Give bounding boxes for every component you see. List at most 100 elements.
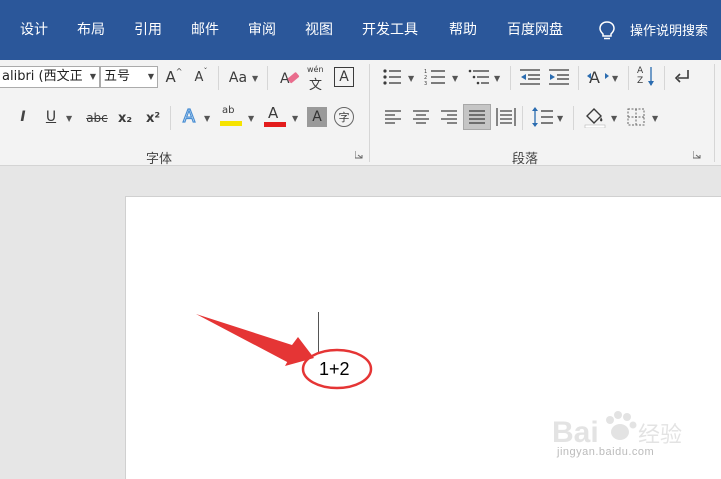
paragraph-dialog-launcher-icon[interactable] — [693, 151, 701, 159]
menu-help[interactable]: 帮助 — [449, 20, 477, 40]
superscript-button[interactable]: x² — [142, 108, 164, 128]
shading-paint-bucket-icon[interactable] — [583, 106, 607, 128]
line-spacing-icon[interactable] — [531, 107, 553, 127]
underline-icon: U — [45, 109, 57, 125]
strikethrough-icon: abc — [86, 111, 108, 125]
grow-font-button[interactable]: A ^ — [164, 67, 184, 87]
font-color-icon: A — [268, 104, 279, 122]
decrease-indent-icon[interactable] — [519, 68, 541, 86]
underline-button[interactable]: U — [42, 107, 60, 127]
distributed-align-icon[interactable] — [496, 108, 516, 126]
change-case-button[interactable]: Aa — [227, 68, 249, 88]
group-divider — [369, 64, 370, 162]
chevron-down-icon[interactable]: ▼ — [611, 114, 617, 123]
watermark-brand: Bai — [552, 416, 599, 449]
text-cursor — [318, 312, 319, 352]
chevron-down-icon[interactable]: ▼ — [252, 74, 258, 83]
chevron-down-icon[interactable]: ▼ — [652, 114, 658, 123]
chevron-down-icon[interactable]: ▼ — [452, 74, 458, 83]
italic-icon: I — [20, 109, 26, 125]
menu-references[interactable]: 引用 — [134, 20, 162, 40]
italic-button[interactable]: I — [16, 107, 30, 127]
highlight-icon: ab — [222, 105, 235, 116]
align-left-icon[interactable] — [385, 110, 401, 124]
text-effects-button[interactable]: A — [178, 106, 200, 128]
chevron-down-icon[interactable]: ▼ — [408, 74, 414, 83]
character-shading-icon: A — [312, 109, 322, 125]
shrink-font-icon: A — [194, 69, 204, 85]
menu-design[interactable]: 设计 — [20, 20, 48, 40]
menu-mailings[interactable]: 邮件 — [191, 20, 219, 40]
group-divider — [714, 64, 715, 162]
character-shading-button[interactable]: A — [307, 107, 327, 127]
lightbulb-icon[interactable] — [598, 20, 616, 42]
font-color-button[interactable]: A — [263, 104, 287, 129]
chevron-down-icon[interactable]: ▼ — [557, 114, 563, 123]
font-group-label: 字体 — [146, 152, 173, 167]
font-name-combo[interactable]: alibri (西文正 ▼ — [0, 66, 100, 88]
divider — [664, 66, 665, 90]
chevron-down-icon[interactable]: ▼ — [66, 114, 72, 123]
sort-arrow-icon — [648, 67, 654, 86]
bullets-icon[interactable] — [382, 68, 402, 86]
menu-review[interactable]: 审阅 — [248, 20, 276, 40]
divider — [578, 66, 579, 90]
text-effects-icon: A — [182, 106, 196, 127]
font-size-combo[interactable]: 五号 ▼ — [100, 66, 158, 88]
paragraph-group-label: 段落 — [512, 152, 539, 167]
phonetic-pinyin: wén — [307, 65, 324, 74]
strikethrough-button[interactable]: abc — [84, 108, 110, 128]
increase-indent-icon[interactable] — [548, 68, 570, 86]
borders-icon[interactable] — [627, 108, 645, 126]
clear-formatting-icon[interactable]: A — [279, 67, 301, 89]
phonetic-char: 文 — [309, 78, 323, 93]
document-text[interactable]: 1+2 — [319, 359, 350, 379]
multilevel-list-icon[interactable] — [468, 68, 490, 86]
subscript-button[interactable]: x₂ — [114, 108, 136, 128]
menu-view[interactable]: 视图 — [305, 20, 333, 40]
numbering-icon[interactable]: 1 2 3 — [424, 68, 446, 86]
chevron-down-icon[interactable]: ▼ — [292, 114, 298, 123]
show-formatting-marks-icon[interactable] — [674, 68, 692, 86]
character-border-icon: A — [339, 69, 349, 85]
menu-developer[interactable]: 开发工具 — [362, 20, 418, 40]
justify-button[interactable] — [463, 104, 491, 130]
font-dialog-launcher-icon[interactable] — [355, 151, 363, 159]
enclose-characters-icon: 字 — [338, 110, 350, 124]
font-size-value: 五号 — [104, 69, 131, 84]
justify-icon — [469, 110, 485, 124]
tell-me-search[interactable]: 操作说明搜索 — [630, 22, 708, 42]
font-name-value: alibri (西文正 — [2, 69, 83, 84]
asian-layout-icon[interactable]: A — [586, 66, 610, 88]
align-right-icon[interactable] — [441, 110, 457, 124]
superscript-icon: x² — [145, 110, 161, 126]
enclose-characters-button[interactable]: 字 — [334, 107, 354, 127]
divider — [218, 66, 219, 90]
paw-icon — [606, 411, 637, 440]
chevron-down-icon: ▼ — [147, 72, 154, 81]
watermark-url: jingyan.baidu.com — [557, 446, 655, 458]
chevron-down-icon[interactable]: ▼ — [612, 74, 618, 83]
chevron-down-icon[interactable]: ▼ — [248, 114, 254, 123]
sort-icon: A Z — [637, 66, 644, 86]
divider — [573, 106, 574, 130]
align-center-icon[interactable] — [413, 110, 429, 124]
chevron-down-icon: ▼ — [89, 72, 96, 81]
grow-font-icon: A — [165, 67, 176, 86]
phonetic-guide-button[interactable]: wén 文 — [307, 65, 327, 93]
divider — [522, 106, 523, 130]
sort-button[interactable]: A Z — [637, 65, 655, 89]
chevron-down-icon[interactable]: ▼ — [204, 114, 210, 123]
menu-layout[interactable]: 布局 — [77, 20, 105, 40]
menu-baidu-netdisk[interactable]: 百度网盘 — [507, 20, 563, 40]
character-border-button[interactable]: A — [334, 67, 354, 87]
highlight-button[interactable]: ab — [219, 105, 243, 129]
divider — [170, 106, 171, 130]
subscript-icon: x₂ — [117, 110, 133, 126]
shrink-font-button[interactable]: Aˇ — [191, 67, 211, 87]
watermark-jingyan: 经验 — [638, 423, 682, 448]
chevron-down-icon[interactable]: ▼ — [494, 74, 500, 83]
divider — [267, 66, 268, 90]
highlight-color-swatch — [220, 121, 242, 126]
change-case-icon: Aa — [228, 70, 248, 86]
